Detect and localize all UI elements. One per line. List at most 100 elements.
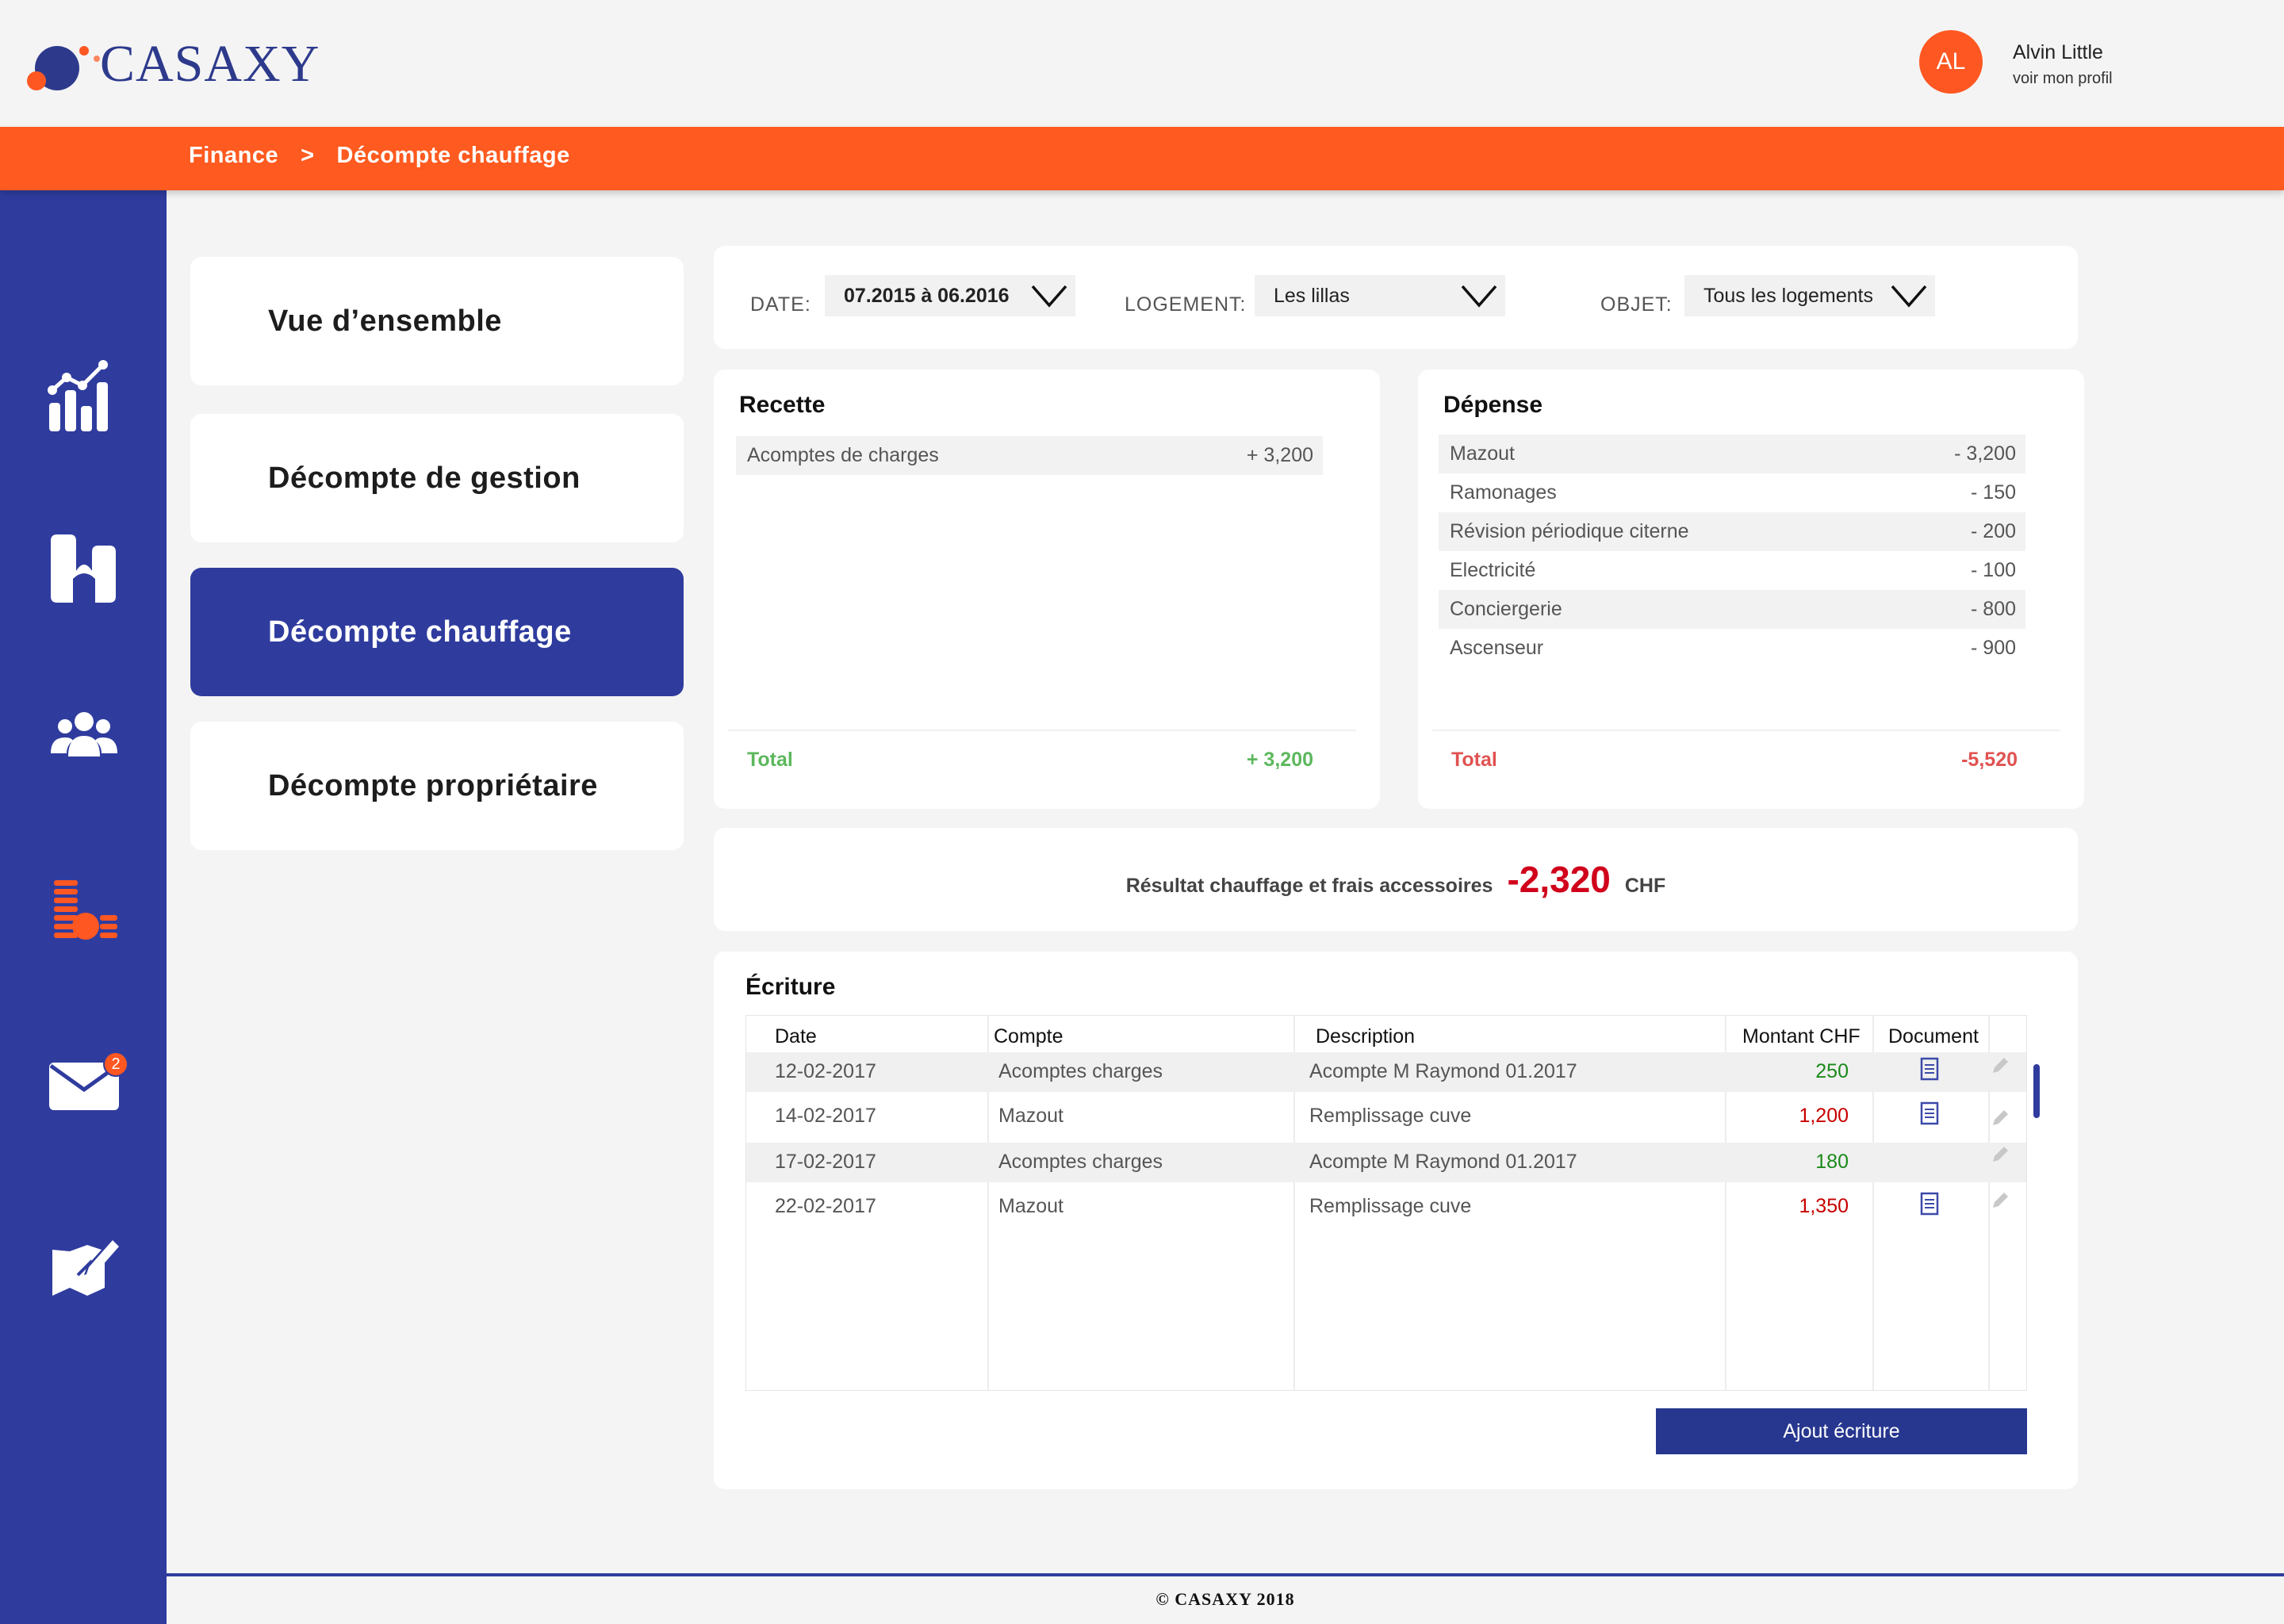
analytics-chart-icon[interactable] [46, 358, 122, 435]
mail-unread-badge: 2 [103, 1051, 128, 1077]
top-header: CASAXY AL Alvin Little voir mon profil [0, 0, 2284, 127]
document-icon[interactable] [1920, 1057, 1939, 1081]
menu-decompte-gestion[interactable]: Décompte de gestion [190, 414, 684, 542]
brand-name: CASAXY [100, 35, 320, 93]
document-icon[interactable] [1920, 1101, 1939, 1125]
filter-bar: DATE: 07.2015 à 06.2016 LOGEMENT: Les li… [714, 246, 2078, 349]
ecriture-table: Date Compte Description Montant CHF Docu… [745, 1015, 2027, 1391]
depense-line-amount: - 800 [1971, 598, 2016, 620]
depense-line-amount: - 3,200 [1954, 442, 2016, 465]
recette-divider [728, 730, 1356, 731]
profile-link[interactable]: voir mon profil [2013, 70, 2113, 88]
breadcrumb-finance[interactable]: Finance [189, 143, 278, 169]
document-edit-icon[interactable] [46, 1226, 122, 1302]
menu-decompte-proprietaire[interactable]: Décompte propriétaire [190, 722, 684, 850]
row-description: Acompte M Raymond 01.2017 [1309, 1060, 1577, 1082]
depense-total-row: Total -5,520 [1451, 749, 2018, 772]
sidebar [0, 190, 167, 1624]
row-compte: Acomptes charges [998, 1060, 1163, 1082]
ecriture-panel: Écriture Date Compte Description Montant… [714, 952, 2078, 1489]
edit-pencil-icon[interactable] [1990, 1190, 2010, 1211]
logo-planet-icon [27, 46, 100, 90]
recette-line: Acomptes de charges + 3,200 [736, 436, 1323, 475]
table-row[interactable]: 17-02-2017 Acomptes charges Acompte M Ra… [746, 1143, 2026, 1182]
column-header-document[interactable]: Document [1888, 1025, 1979, 1048]
people-group-icon[interactable] [46, 698, 122, 774]
depense-list: Mazout - 3,200 Ramonages - 150 Révision … [1439, 435, 2025, 668]
result-unit: CHF [1624, 875, 1666, 897]
depense-line-label: Electricité [1450, 559, 1536, 581]
chevron-down-icon [1031, 285, 1067, 308]
table-row[interactable]: 12-02-2017 Acomptes charges Acompte M Ra… [746, 1052, 2026, 1092]
depense-line-label: Ascenseur [1450, 637, 1544, 659]
table-row[interactable]: 22-02-2017 Mazout Remplissage cuve 1,350 [746, 1187, 2026, 1227]
logement-filter-select[interactable]: Les lillas [1255, 275, 1505, 316]
row-description: Remplissage cuve [1309, 1195, 1472, 1217]
depense-title: Dépense [1443, 392, 1543, 418]
depense-line: Révision périodique citerne - 200 [1439, 512, 2025, 551]
depense-line-amount: - 150 [1971, 481, 2016, 504]
row-date: 12-02-2017 [775, 1060, 876, 1082]
depense-line-label: Ramonages [1450, 481, 1557, 504]
logement-filter-value: Les lillas [1274, 284, 1350, 307]
result-panel: Résultat chauffage et frais accessoires … [714, 828, 2078, 931]
depense-line-amount: - 100 [1971, 559, 2016, 581]
menu-vue-ensemble[interactable]: Vue d’ensemble [190, 257, 684, 385]
breadcrumb-current: Décompte chauffage [336, 143, 570, 168]
row-montant: 180 [1815, 1151, 1849, 1173]
result-line: Résultat chauffage et frais accessoires … [714, 858, 2078, 901]
footer-divider [167, 1573, 2284, 1576]
depense-total-label: Total [1451, 749, 1497, 771]
edit-pencil-icon[interactable] [1990, 1055, 2010, 1076]
row-compte: Mazout [998, 1195, 1063, 1217]
depense-line: Ramonages - 150 [1439, 473, 2025, 512]
edit-pencil-icon[interactable] [1990, 1108, 2010, 1128]
add-ecriture-button[interactable]: Ajout écriture [1656, 1408, 2027, 1454]
row-compte: Mazout [998, 1105, 1063, 1127]
row-description: Acompte M Raymond 01.2017 [1309, 1151, 1577, 1173]
recette-line-amount: + 3,200 [1246, 444, 1313, 466]
column-header-montant[interactable]: Montant CHF [1742, 1025, 1861, 1048]
depense-line: Mazout - 3,200 [1439, 435, 2025, 473]
document-icon[interactable] [1920, 1192, 1939, 1216]
depense-panel: Dépense Mazout - 3,200 Ramonages - 150 R… [1418, 370, 2084, 809]
depense-line: Electricité - 100 [1439, 551, 2025, 590]
date-filter-value: 07.2015 à 06.2016 [844, 284, 1010, 307]
footer-copyright: © CASAXY 2018 [1155, 1589, 1295, 1609]
column-header-date[interactable]: Date [775, 1025, 817, 1048]
table-row[interactable]: 14-02-2017 Mazout Remplissage cuve 1,200 [746, 1097, 2026, 1136]
result-label: Résultat chauffage et frais accessoires [1125, 875, 1493, 897]
depense-total-value: -5,520 [1961, 749, 2018, 771]
recette-line-label: Acomptes de charges [747, 444, 939, 466]
user-name: Alvin Little [2013, 41, 2103, 63]
coins-finance-icon[interactable] [46, 872, 122, 948]
depense-divider [1432, 730, 2060, 731]
row-compte: Acomptes charges [998, 1151, 1163, 1173]
column-header-description[interactable]: Description [1316, 1025, 1415, 1048]
table-scrollbar[interactable] [2033, 1064, 2040, 1118]
logement-filter-label: LOGEMENT: [1125, 293, 1247, 316]
row-date: 22-02-2017 [775, 1195, 876, 1217]
depense-line: Conciergerie - 800 [1439, 590, 2025, 629]
result-value: -2,320 [1507, 859, 1611, 900]
depense-line-amount: - 200 [1971, 520, 2016, 542]
row-date: 14-02-2017 [775, 1105, 876, 1127]
recette-panel: Recette Acomptes de charges + 3,200 Tota… [714, 370, 1380, 809]
recette-total-label: Total [747, 749, 793, 771]
brand-logo[interactable]: CASAXY [17, 32, 335, 95]
buildings-icon[interactable] [46, 530, 122, 606]
date-filter-select[interactable]: 07.2015 à 06.2016 [825, 275, 1075, 316]
breadcrumb-separator: > [301, 143, 315, 168]
row-montant: 1,350 [1799, 1195, 1849, 1217]
breadcrumb-bar: Finance > Décompte chauffage [0, 127, 2284, 190]
objet-filter-select[interactable]: Tous les logements [1684, 275, 1935, 316]
recette-list: Acomptes de charges + 3,200 [736, 436, 1323, 475]
edit-pencil-icon[interactable] [1990, 1144, 2010, 1165]
recette-total-value: + 3,200 [1246, 749, 1313, 771]
breadcrumb: Finance > Décompte chauffage [189, 143, 570, 169]
chevron-down-icon [1891, 285, 1927, 308]
user-avatar[interactable]: AL [1919, 30, 1983, 94]
objet-filter-label: OBJET: [1600, 293, 1673, 316]
column-header-compte[interactable]: Compte [994, 1025, 1063, 1048]
menu-decompte-chauffage[interactable]: Décompte chauffage [190, 568, 684, 696]
